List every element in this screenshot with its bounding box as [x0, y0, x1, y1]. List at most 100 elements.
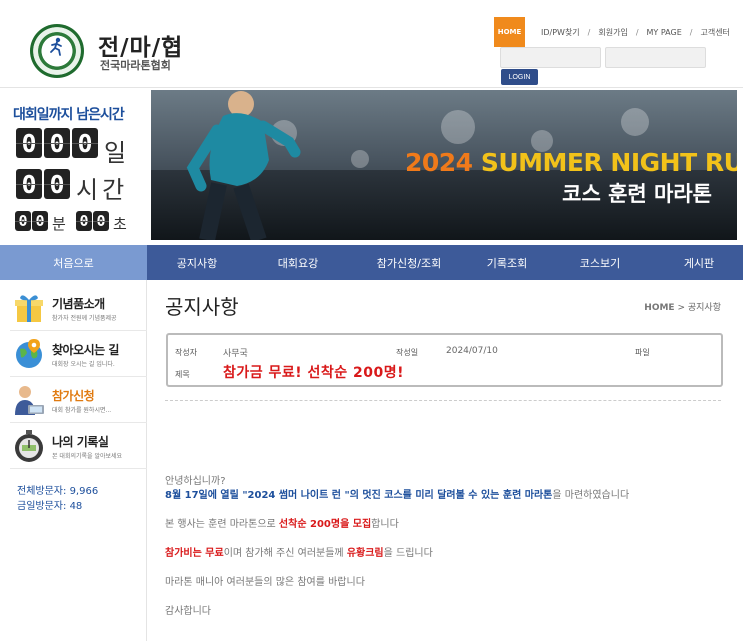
sidebar-item-title: 나의 기록실 — [52, 435, 109, 449]
body-text: 을 마련하였습니다 — [552, 490, 630, 501]
nav-separator: / — [587, 27, 591, 37]
hour-digit: 0 — [44, 169, 70, 199]
nav-guidelines[interactable]: 대회요강 — [247, 245, 349, 280]
customer-center-link[interactable]: 고객센터 — [700, 27, 729, 38]
sidebar-item-desc: 참가자 전원께 기념품제공 — [52, 315, 117, 322]
body-text: 본 행사는 훈련 마라톤으로 — [165, 519, 279, 530]
title-label: 제목 — [175, 370, 190, 379]
countdown-minutes: 0 0 — [15, 211, 49, 231]
sidebar-item-desc: 본 대회의기록을 알아보세요 — [52, 453, 123, 460]
breadcrumb: HOME > 공지사항 — [644, 300, 721, 313]
nav-course[interactable]: 코스보기 — [545, 245, 655, 280]
banner-headline: 2024 SUMMER NIGHT RUN — [405, 148, 737, 177]
banner-event-name: SUMMER NIGHT RUN — [480, 148, 737, 177]
visitor-today: 금일방문자: 48 — [17, 501, 83, 512]
minute-digit: 0 — [32, 211, 48, 231]
body-highlight-red: 유황크림 — [346, 548, 384, 559]
visitor-total-value: 9,966 — [69, 486, 99, 497]
stopwatch-icon — [15, 430, 43, 462]
login-button[interactable]: LOGIN — [501, 69, 538, 85]
association-emblem-icon[interactable] — [30, 24, 84, 78]
sidebar-item-my-records[interactable]: 나의 기록실 본 대회의기록을 알아보세요 — [10, 423, 147, 469]
hour-digit: 0 — [16, 169, 42, 199]
post-title: 참가금 무료! 선착순 200명! — [223, 365, 405, 381]
countdown-title: 대회일까지 남은시간 — [13, 107, 125, 123]
bokeh-light — [351, 150, 369, 168]
body-closing: 감사합니다 — [165, 606, 211, 617]
date-value: 2024/07/10 — [446, 346, 498, 356]
home-link[interactable]: HOME — [494, 17, 525, 47]
content-divider — [165, 400, 721, 401]
countdown-panel: 대회일까지 남은시간 0 0 0 일 0 0 시간 0 0 분 0 0 초 — [0, 90, 150, 243]
body-text: 합니다 — [371, 519, 399, 530]
bokeh-light — [441, 110, 475, 144]
countdown-days: 0 0 0 — [16, 128, 100, 158]
visitor-total-label: 전체방문자 — [17, 486, 63, 497]
minute-digit: 0 — [15, 211, 31, 231]
second-digit: 0 — [76, 211, 92, 231]
breadcrumb-current: 공지사항 — [687, 303, 721, 313]
nav-records[interactable]: 기록조회 — [469, 245, 545, 280]
author-label: 작성자 — [175, 348, 198, 357]
breadcrumb-arrow: > — [677, 303, 685, 313]
day-digit: 0 — [72, 128, 98, 158]
day-unit: 일 — [104, 139, 127, 167]
nav-separator: / — [689, 27, 693, 37]
nav-registration[interactable]: 참가신청/조회 — [349, 245, 469, 280]
body-text: 을 드립니다 — [383, 548, 433, 559]
body-highlight-blue: 8월 17일에 열릴 "2024 썸머 나이트 런 "의 멋진 코스를 미리 달… — [165, 490, 553, 501]
post-header: 작성자 사무국 작성일 2024/07/10 파일 제목 참가금 무료! 선착순… — [166, 333, 723, 387]
nav-home[interactable]: 처음으로 — [0, 245, 147, 280]
day-digit: 0 — [44, 128, 70, 158]
body-paragraph-2: 본 행사는 훈련 마라톤으로 선착순 200명을 모집합니다 — [165, 515, 399, 530]
banner-year: 2024 — [405, 148, 473, 177]
sidebar-item-desc: 대회장 오시는 길 입니다. — [52, 361, 115, 368]
site-header: 전/마/협 전국마라톤협회 HOME ID/PW찾기 / 회원가입 / MY P… — [0, 0, 743, 88]
main-nav: 처음으로 공지사항 대회요강 참가신청/조회 기록조회 코스보기 게시판 — [0, 245, 743, 280]
sidebar-item-title: 기념품소개 — [52, 297, 105, 311]
author-value: 사무국 — [223, 349, 248, 359]
sidebar-item-souvenir[interactable]: 기념품소개 참가자 전원께 기념품제공 — [10, 285, 147, 331]
gift-box-icon — [15, 295, 43, 322]
sidebar-item-registration[interactable]: 참가신청 대회 참가를 원하시면... — [10, 377, 147, 423]
countdown-hours: 0 0 — [16, 169, 72, 199]
second-digit: 0 — [93, 211, 109, 231]
top-utility-nav: HOME ID/PW찾기 / 회원가입 / MY PAGE / 고객센터 — [494, 17, 730, 47]
runner-figure — [186, 91, 301, 240]
login-password-input[interactable] — [605, 47, 706, 68]
sidebar-item-title: 찾아오시는 길 — [52, 343, 119, 357]
signup-link[interactable]: 회원가입 — [598, 27, 627, 38]
globe-icon — [16, 339, 42, 368]
sidebar-item-directions[interactable]: 찾아오시는 길 대회장 오시는 길 입니다. — [10, 331, 147, 377]
body-greeting: 안녕하십니까? — [165, 476, 226, 487]
sidebar-item-title: 참가신청 — [52, 389, 95, 403]
sidebar-item-desc: 대회 참가를 원하시면... — [52, 407, 112, 414]
find-idpw-link[interactable]: ID/PW찾기 — [541, 27, 580, 38]
sidebar: 기념품소개 참가자 전원께 기념품제공 찾아오시는 길 대회장 오시는 길 입니… — [0, 280, 147, 641]
nav-separator: / — [635, 27, 639, 37]
banner-subheadline: 코스 훈련 마라톤 — [562, 182, 712, 206]
visitor-today-value: 48 — [69, 501, 83, 512]
visitor-total: 전체방문자: 9,966 — [17, 486, 99, 497]
body-text: 이며 참가해 주신 여러분들께 — [223, 548, 347, 559]
date-label: 작성일 — [396, 348, 419, 357]
countdown-seconds: 0 0 — [76, 211, 110, 231]
page-title: 공지사항 — [165, 295, 239, 319]
minute-unit: 분 — [52, 215, 66, 233]
body-paragraph-4: 마라톤 매니아 여러분들의 많은 참여를 바랍니다 — [165, 577, 365, 588]
login-id-input[interactable] — [500, 47, 601, 68]
bokeh-light — [621, 108, 649, 136]
nav-board[interactable]: 게시판 — [655, 245, 743, 280]
breadcrumb-home[interactable]: HOME — [644, 303, 674, 313]
main-banner[interactable]: 2024 SUMMER NIGHT RUN 코스 훈련 마라톤 — [151, 90, 737, 240]
body-highlight-red: 선착순 200명을 모집 — [278, 519, 372, 530]
visitor-today-label: 금일방문자 — [17, 501, 63, 512]
mypage-link[interactable]: MY PAGE — [647, 28, 682, 37]
hour-unit: 시간 — [76, 176, 129, 204]
visitor-counter: 전체방문자: 9,966 금일방문자: 48 — [17, 484, 98, 514]
day-digit: 0 — [16, 128, 42, 158]
file-label: 파일 — [635, 348, 650, 357]
site-subtitle: 전국마라톤협회 — [100, 59, 171, 72]
body-highlight-red: 참가비는 무료 — [165, 548, 224, 559]
nav-notice[interactable]: 공지사항 — [147, 245, 247, 280]
